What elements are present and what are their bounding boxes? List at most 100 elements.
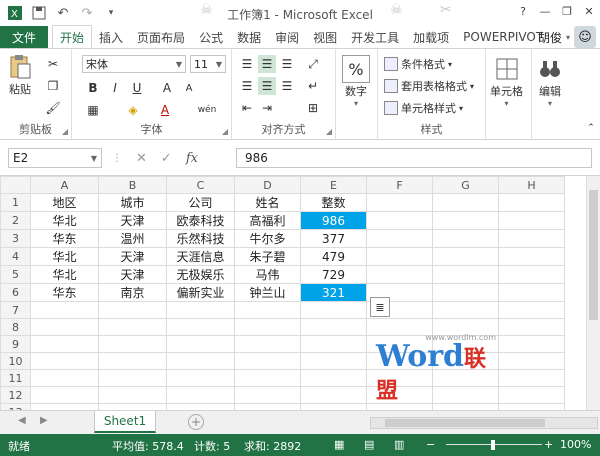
cell[interactable]: [234, 369, 301, 387]
page-break-view-icon[interactable]: ▥: [394, 438, 404, 451]
selected-cell[interactable]: 321: [300, 283, 367, 302]
decrease-indent-icon[interactable]: ⇤: [238, 99, 256, 117]
paste-button[interactable]: 粘贴: [6, 53, 34, 97]
cell[interactable]: 天涯信息: [166, 247, 235, 266]
cell[interactable]: 华东: [30, 283, 99, 302]
increase-indent-icon[interactable]: ⇥: [258, 99, 276, 117]
cell[interactable]: [498, 318, 565, 336]
cell[interactable]: [166, 301, 235, 319]
zoom-slider-thumb[interactable]: [491, 440, 495, 450]
cell[interactable]: 公司: [166, 193, 235, 212]
format-painter-icon[interactable]: 🖌: [44, 99, 62, 117]
column-header[interactable]: C: [166, 176, 235, 194]
cell[interactable]: [98, 335, 167, 353]
cell[interactable]: [166, 386, 235, 404]
zoom-level[interactable]: 100%: [560, 438, 591, 451]
tab-formulas[interactable]: 公式: [192, 26, 230, 48]
cell[interactable]: 地区: [30, 193, 99, 212]
page-layout-view-icon[interactable]: ▤: [364, 438, 374, 451]
cell[interactable]: [300, 335, 367, 353]
row-header[interactable]: 5: [0, 265, 31, 284]
align-left-icon[interactable]: ☰: [238, 77, 256, 95]
cell[interactable]: 整数: [300, 193, 367, 212]
cell[interactable]: [498, 335, 565, 353]
cell[interactable]: 天津: [98, 265, 167, 284]
cell[interactable]: [166, 369, 235, 387]
cell[interactable]: [432, 301, 499, 319]
cell[interactable]: [30, 386, 99, 404]
cut-icon[interactable]: ✂: [44, 55, 62, 73]
tab-add-ins[interactable]: 加载项: [406, 26, 456, 48]
tab-file[interactable]: 文件: [0, 26, 49, 48]
font-launcher-icon[interactable]: ◢: [222, 127, 228, 136]
alignment-launcher-icon[interactable]: ◢: [326, 127, 332, 136]
cell[interactable]: [432, 283, 499, 302]
cell[interactable]: 欧泰科技: [166, 211, 235, 230]
collapse-ribbon-icon[interactable]: ⌃: [582, 119, 600, 137]
close-button[interactable]: ✕: [578, 0, 600, 22]
quick-analysis-icon[interactable]: ≣: [370, 297, 390, 317]
cell[interactable]: [498, 301, 565, 319]
cell[interactable]: [498, 369, 565, 387]
row-header[interactable]: 9: [0, 335, 31, 353]
cell[interactable]: [300, 369, 367, 387]
grow-font-button[interactable]: A: [158, 79, 176, 97]
tab-developer[interactable]: 开发工具: [344, 26, 406, 48]
scroll-thumb[interactable]: [589, 190, 598, 320]
add-sheet-icon[interactable]: +: [188, 414, 204, 430]
normal-view-icon[interactable]: ▦: [334, 438, 344, 451]
enter-icon[interactable]: ✓: [161, 151, 172, 166]
cell[interactable]: [498, 229, 565, 248]
cell[interactable]: 乐然科技: [166, 229, 235, 248]
phonetic-guide-button[interactable]: wén: [194, 101, 220, 119]
cell[interactable]: 天津: [98, 247, 167, 266]
cell[interactable]: 华北: [30, 265, 99, 284]
bold-button[interactable]: B: [84, 79, 102, 97]
cell[interactable]: [366, 247, 433, 266]
cell[interactable]: 马伟: [234, 265, 301, 284]
orientation-icon[interactable]: ⤢: [304, 55, 322, 73]
cell[interactable]: [432, 229, 499, 248]
tab-page-layout[interactable]: 页面布局: [130, 26, 192, 48]
tab-powerpivot[interactable]: POWERPIVOT: [456, 26, 550, 48]
merge-cells-icon[interactable]: ⊞: [304, 99, 322, 117]
cell[interactable]: [498, 283, 565, 302]
cell[interactable]: [98, 301, 167, 319]
underline-button[interactable]: U: [128, 79, 146, 97]
selected-cell[interactable]: 986: [300, 211, 367, 230]
cell[interactable]: [30, 318, 99, 336]
cells-button[interactable]: 单元格 ▾: [490, 55, 523, 108]
wrap-text-icon[interactable]: ↵: [304, 77, 322, 95]
cell[interactable]: [498, 265, 565, 284]
cell-styles-button[interactable]: 单元格样式 ▾: [384, 99, 463, 117]
horizontal-scrollbar[interactable]: [370, 417, 598, 429]
align-bottom-icon[interactable]: ☰: [278, 55, 296, 73]
user-account[interactable]: 胡俊 ▾ ☺: [538, 26, 596, 48]
column-header[interactable]: A: [30, 176, 99, 194]
cell[interactable]: 华东: [30, 229, 99, 248]
name-box[interactable]: E2 ▼: [8, 148, 102, 168]
cell[interactable]: [234, 352, 301, 370]
row-header[interactable]: 8: [0, 318, 31, 336]
row-header[interactable]: 10: [0, 352, 31, 370]
font-color-button[interactable]: A: [156, 101, 174, 119]
copy-icon[interactable]: ❐: [44, 77, 62, 95]
select-all-corner[interactable]: [0, 176, 31, 194]
align-center-icon[interactable]: ☰: [258, 77, 276, 95]
cell[interactable]: [366, 193, 433, 212]
minimize-button[interactable]: —: [534, 0, 556, 22]
insert-function-button[interactable]: fx: [186, 151, 198, 166]
cell[interactable]: [30, 352, 99, 370]
row-header[interactable]: 1: [0, 193, 31, 212]
cell[interactable]: [234, 386, 301, 404]
column-header[interactable]: D: [234, 176, 301, 194]
font-name-dropdown[interactable]: 宋体 ▼: [82, 55, 186, 73]
scroll-thumb[interactable]: [385, 419, 545, 427]
row-header[interactable]: 12: [0, 386, 31, 404]
cell[interactable]: [366, 229, 433, 248]
cell[interactable]: [98, 386, 167, 404]
format-as-table-button[interactable]: 套用表格格式 ▾: [384, 77, 474, 95]
column-header[interactable]: H: [498, 176, 565, 194]
cell[interactable]: [498, 247, 565, 266]
cell[interactable]: 729: [300, 265, 367, 284]
